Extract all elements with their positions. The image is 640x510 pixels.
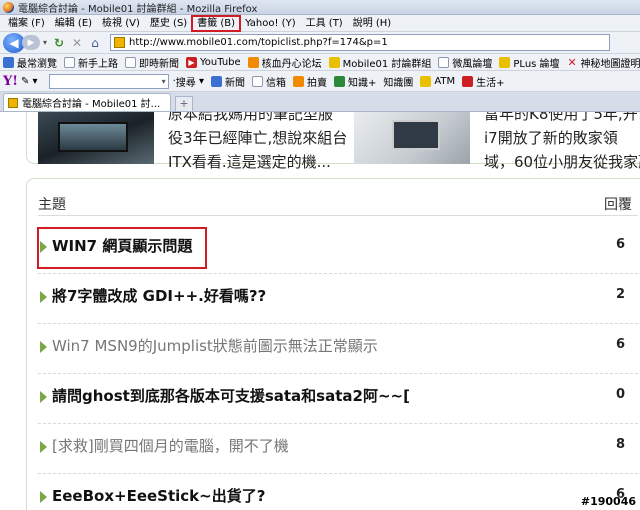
- x-icon: ✕: [567, 55, 577, 69]
- tab-bar: 電腦綜合討論 - Mobile01 討... +: [0, 92, 640, 112]
- bookmark-weifeng[interactable]: 微風論壇: [438, 55, 492, 70]
- featured-thumbnail-right[interactable]: [354, 112, 470, 164]
- yahoo-tool-atm[interactable]: ATM: [420, 75, 455, 87]
- topic-row[interactable]: EeeBox+EeeStick~出貨了? 6: [38, 474, 638, 510]
- menu-tools[interactable]: 工具 (T): [301, 16, 348, 31]
- window-title: 電腦綜合討論 - Mobile01 討論群組 - Mozilla Firefox: [18, 3, 258, 15]
- knowledge-icon: [333, 75, 345, 87]
- topic-link[interactable]: 請問ghost到底那各版本可支援sata和sata2阿~~[: [52, 385, 410, 406]
- topic-link[interactable]: Win7 MSN9的Jumplist狀態前圖示無法正常顯示: [52, 335, 378, 356]
- reply-count: 6: [616, 237, 626, 252]
- yahoo-tool-knowledge[interactable]: 知識+: [333, 74, 376, 89]
- bookmarks-toolbar: 最常瀏覽 新手上路 即時新聞 ▶ YouTube 核血丹心论坛 Mobile01 …: [0, 54, 640, 71]
- menu-edit[interactable]: 編輯 (E): [50, 16, 97, 31]
- featured-snippet-left[interactable]: 原本給我媽用的筆記型服 役3年已經陣亡,想說來組台 ITX看看.這是選定的機..…: [168, 112, 348, 174]
- new-tab-button[interactable]: +: [175, 96, 193, 111]
- menu-help[interactable]: 說明 (H): [348, 16, 397, 31]
- bookmark-latest-news[interactable]: 即時新聞: [125, 55, 179, 70]
- yahoo-tool-life[interactable]: 生活+: [462, 74, 505, 89]
- mobile01-icon: [328, 56, 340, 68]
- bookmark-mystery-map[interactable]: ✕神秘地圖證明外星人: [567, 55, 640, 70]
- yahoo-search-button[interactable]: · 搜尋 ▾: [173, 74, 204, 89]
- page-content: 原本給我媽用的筆記型服 役3年已經陣亡,想說來組台 ITX看看.這是選定的機..…: [0, 112, 640, 510]
- yahoo-search-input[interactable]: ▾: [48, 73, 169, 89]
- bookmark-youtube[interactable]: ▶ YouTube: [186, 56, 241, 68]
- page-icon: [125, 56, 136, 68]
- arrow-icon: [40, 291, 47, 303]
- url-input[interactable]: [129, 37, 599, 48]
- yahoo-tool-knowledge-group[interactable]: 知識團: [383, 74, 413, 89]
- bookmark-getting-started[interactable]: 新手上路: [64, 55, 118, 70]
- featured-thumbnail-left[interactable]: [38, 112, 154, 164]
- yahoo-logo[interactable]: Y!: [3, 74, 18, 89]
- pencil-icon[interactable]: ✎ ▾: [21, 76, 38, 87]
- back-arrow-icon: ◀: [9, 35, 19, 50]
- reload-icon[interactable]: ↻: [50, 36, 68, 50]
- menu-view[interactable]: 檢視 (V): [97, 16, 145, 31]
- topic-list-header: 主題 回覆: [38, 192, 638, 216]
- arrow-icon: [40, 391, 47, 403]
- reply-count: 2: [616, 287, 626, 302]
- header-replies: 回覆: [604, 197, 632, 213]
- home-icon[interactable]: ⌂: [86, 36, 104, 50]
- bookmark-plus[interactable]: PLus 論壇: [499, 55, 560, 70]
- site-favicon: [8, 97, 18, 108]
- arrow-icon: [40, 341, 47, 353]
- watermark: #190046: [580, 495, 636, 508]
- menu-yahoo[interactable]: Yahoo! (Y): [240, 16, 301, 31]
- window-titlebar: 電腦綜合討論 - Mobile01 討論群組 - Mozilla Firefox: [0, 0, 640, 15]
- menu-bar: 檔案 (F) 編輯 (E) 檢視 (V) 歷史 (S) 書籤 (B) Yahoo…: [0, 14, 640, 32]
- yahoo-tool-news[interactable]: 新聞: [210, 74, 245, 89]
- forward-arrow-icon: ▶: [27, 37, 35, 48]
- reply-count: 8: [616, 437, 626, 452]
- forum-icon: [247, 56, 259, 68]
- life-icon: [462, 75, 474, 87]
- topic-row[interactable]: Win7 MSN9的Jumplist狀態前圖示無法正常顯示 6: [38, 324, 638, 374]
- bookmark-mobile01[interactable]: Mobile01 討論群組: [328, 55, 431, 70]
- atm-icon: [420, 75, 432, 87]
- stop-icon[interactable]: ✕: [68, 36, 86, 50]
- featured-snippet-right[interactable]: 富年的K8使用了5年,开 i7開放了新的敗家領 域，60位小朋友從我家羸: [484, 112, 640, 174]
- menu-file[interactable]: 檔案 (F): [3, 16, 50, 31]
- topic-row[interactable]: 將7字體改成 GDI++.好看嗎?? 2: [38, 274, 638, 324]
- menu-history[interactable]: 歷史 (S): [145, 16, 192, 31]
- navigation-toolbar: ◀ ▶ ▾ ↻ ✕ ⌂: [0, 32, 640, 54]
- highlight-annotation: [37, 227, 207, 269]
- topic-link[interactable]: [求救]剛買四個月的電腦，開不了機: [52, 435, 289, 456]
- news-icon: [210, 75, 222, 87]
- bookmark-forum-1[interactable]: 核血丹心论坛: [247, 55, 322, 70]
- topic-row[interactable]: 請問ghost到底那各版本可支援sata和sata2阿~~[ 0: [38, 374, 638, 424]
- reply-count: 0: [616, 387, 626, 402]
- tab-forum[interactable]: 電腦綜合討論 - Mobile01 討...: [3, 93, 171, 111]
- topic-link[interactable]: 將7字體改成 GDI++.好看嗎??: [52, 285, 266, 306]
- header-topic: 主題: [38, 197, 66, 213]
- history-dropdown-icon[interactable]: ▾: [40, 38, 50, 47]
- menu-bookmarks[interactable]: 書籤 (B): [191, 14, 242, 32]
- youtube-icon: ▶: [186, 56, 197, 68]
- site-favicon: [114, 37, 125, 48]
- topic-row[interactable]: [求救]剛買四個月的電腦，開不了機 8: [38, 424, 638, 474]
- yahoo-tool-auction[interactable]: 拍賣: [292, 74, 327, 89]
- plus-forum-icon: [499, 56, 511, 68]
- yahoo-toolbar: Y! ✎ ▾ ▾ · 搜尋 ▾ 新聞 信箱 拍賣 知識+ 知識團 ATM 生活+: [0, 71, 640, 92]
- yahoo-tool-mail[interactable]: 信箱: [251, 74, 286, 89]
- arrow-icon: [40, 491, 47, 503]
- firefox-icon: [3, 1, 14, 13]
- mail-icon: [251, 75, 263, 87]
- arrow-icon: [40, 441, 47, 453]
- bookmark-icon: [3, 56, 14, 68]
- tab-label: 電腦綜合討論 - Mobile01 討...: [22, 99, 161, 110]
- page-icon: [438, 56, 450, 68]
- reply-count: 6: [616, 337, 626, 352]
- auction-icon: [292, 75, 304, 87]
- page-icon: [64, 56, 75, 68]
- forward-button[interactable]: ▶: [22, 35, 40, 50]
- address-bar[interactable]: [110, 34, 610, 51]
- bookmark-most-visited[interactable]: 最常瀏覽: [3, 55, 57, 70]
- topic-link[interactable]: EeeBox+EeeStick~出貨了?: [52, 485, 265, 506]
